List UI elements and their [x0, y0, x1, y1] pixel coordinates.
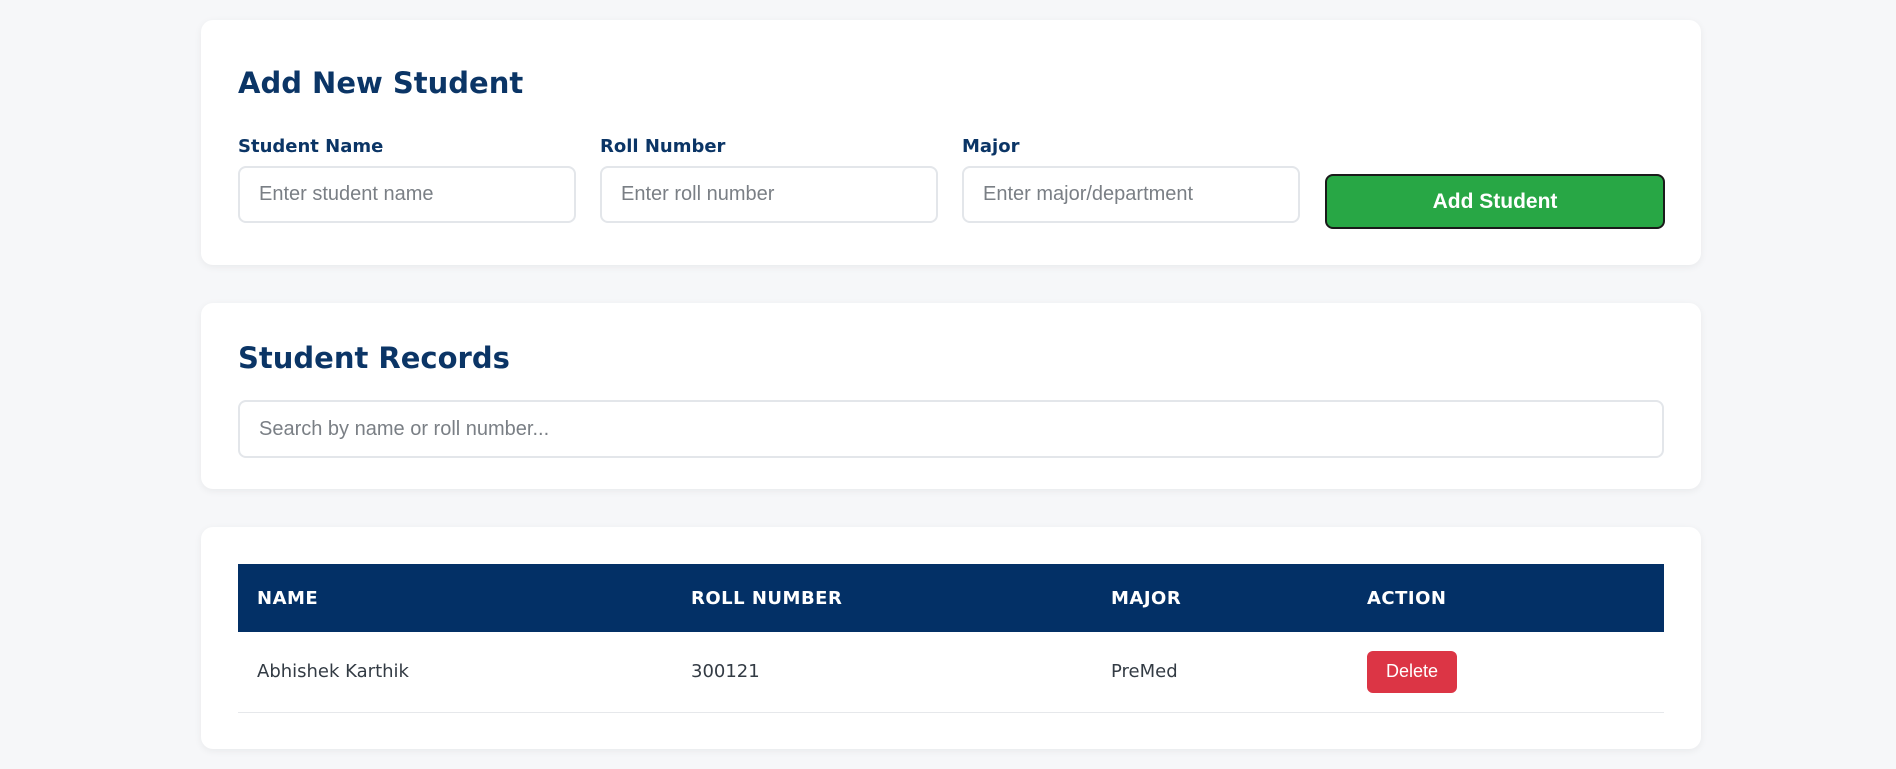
major-input[interactable]	[962, 166, 1300, 223]
header-major: MAJOR	[1111, 587, 1182, 609]
student-table: NAME ROLL NUMBER MAJOR ACTION Abhishek K…	[238, 564, 1664, 713]
add-student-button[interactable]: Add Student	[1325, 174, 1665, 229]
cell-action: Delete	[1348, 632, 1664, 713]
student-name-field: Student Name	[238, 136, 576, 223]
major-label: Major	[962, 136, 1020, 157]
roll-number-field: Roll Number	[600, 136, 938, 223]
student-name-label: Student Name	[238, 136, 384, 157]
delete-button[interactable]: Delete	[1367, 650, 1458, 693]
major-field: Major	[962, 136, 1300, 223]
student-name-input[interactable]	[238, 166, 576, 223]
roll-number-label: Roll Number	[600, 136, 726, 157]
student-records-card: Student Records	[201, 303, 1701, 489]
add-student-title: Add New Student	[238, 66, 524, 100]
table-header-row: NAME ROLL NUMBER MAJOR ACTION	[238, 564, 1664, 632]
cell-major: PreMed	[1092, 632, 1348, 713]
roll-number-input[interactable]	[600, 166, 938, 223]
cell-roll-number: 300121	[672, 632, 1092, 713]
records-table-card: NAME ROLL NUMBER MAJOR ACTION Abhishek K…	[201, 527, 1701, 749]
search-input[interactable]	[238, 400, 1664, 458]
cell-name: Abhishek Karthik	[238, 632, 672, 713]
header-roll-number: ROLL NUMBER	[691, 587, 843, 609]
add-student-card: Add New Student Student Name Roll Number…	[201, 20, 1701, 265]
header-name: NAME	[257, 587, 319, 609]
student-records-title: Student Records	[238, 341, 510, 375]
header-action: ACTION	[1367, 587, 1447, 609]
table-row: Abhishek Karthik 300121 PreMed Delete	[238, 632, 1664, 713]
